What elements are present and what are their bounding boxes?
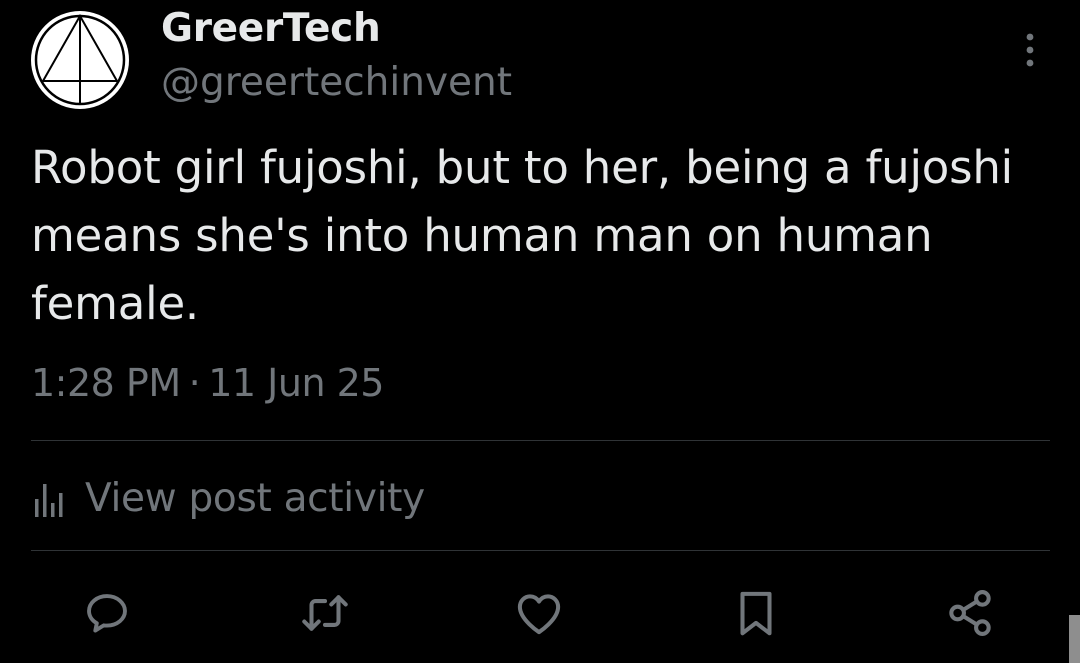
bookmark-button[interactable]	[728, 585, 784, 641]
more-options-button[interactable]	[1012, 30, 1048, 70]
author-display-name[interactable]: GreerTech	[161, 6, 381, 52]
bookmark-icon	[740, 591, 772, 636]
post-timestamp[interactable]: 1:28 PM · 11 Jun 25	[31, 358, 384, 408]
repost-button[interactable]	[297, 585, 353, 641]
meta-separator: ·	[188, 361, 201, 405]
speech-bubble-icon	[87, 594, 127, 633]
vertical-ellipsis-icon	[1026, 33, 1034, 67]
reply-button[interactable]	[79, 585, 135, 641]
view-post-activity-link[interactable]: View post activity	[33, 472, 425, 526]
heart-icon	[517, 594, 561, 635]
share-button[interactable]	[942, 585, 998, 641]
triangle-in-circle-logo-icon	[34, 13, 126, 106]
avatar[interactable]	[31, 11, 129, 109]
post-detail-view: GreerTech @greertechinvent Robot girl fu…	[0, 0, 1080, 663]
repost-arrows-icon	[302, 595, 348, 631]
author-handle[interactable]: @greertechinvent	[161, 59, 512, 107]
view-post-activity-label: View post activity	[85, 476, 425, 521]
post-text: Robot girl fujoshi, but to her, being a …	[31, 141, 1013, 330]
share-nodes-icon	[949, 590, 991, 636]
post-time: 1:28 PM	[31, 361, 181, 405]
scrollbar-thumb[interactable]	[1069, 615, 1080, 663]
bar-chart-icon	[33, 479, 69, 519]
like-button[interactable]	[511, 585, 567, 641]
post-date: 11 Jun 25	[208, 361, 384, 405]
divider	[31, 550, 1050, 551]
divider	[31, 440, 1050, 441]
